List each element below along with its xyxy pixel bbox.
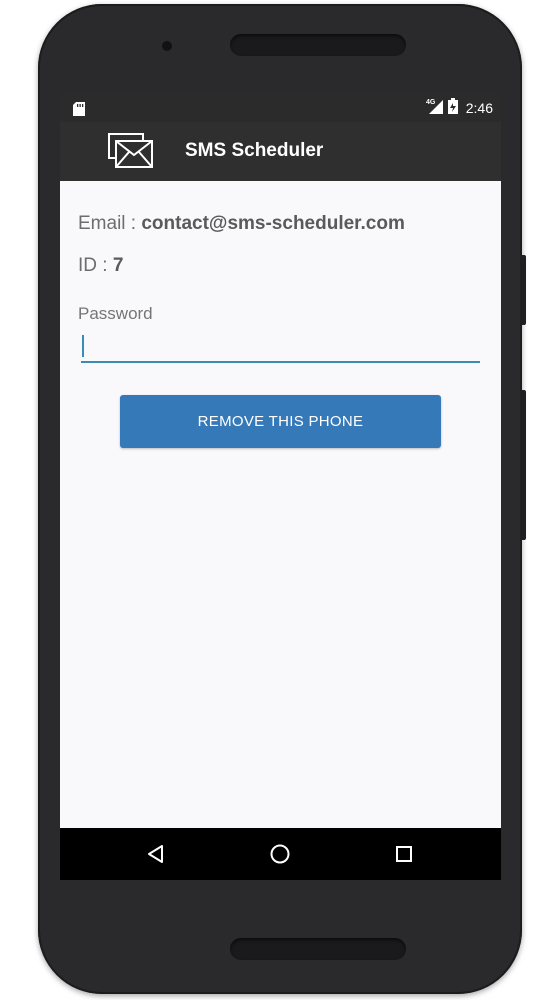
- app-title: SMS Scheduler: [185, 140, 324, 161]
- email-value: contact@sms-scheduler.com: [141, 213, 405, 234]
- email-row: Email : contact@sms-scheduler.com: [78, 213, 405, 235]
- remove-phone-button[interactable]: REMOVE THIS PHONE: [120, 395, 441, 448]
- signal-icon: 4G: [426, 98, 444, 119]
- power-button[interactable]: [520, 255, 526, 325]
- id-value: 7: [112, 255, 124, 276]
- recents-icon[interactable]: [392, 842, 416, 866]
- volume-button[interactable]: [520, 390, 526, 540]
- network-type: 4G: [426, 99, 436, 106]
- bottom-speaker: [230, 938, 406, 960]
- front-camera: [162, 41, 172, 51]
- text-cursor: [82, 335, 84, 357]
- email-label: Email :: [78, 213, 142, 234]
- app-toolbar: SMS Scheduler: [60, 122, 501, 181]
- password-input[interactable]: [81, 329, 480, 363]
- status-bar: 4G 2:46: [60, 94, 501, 122]
- top-speaker: [230, 34, 406, 56]
- id-row: ID : 7: [78, 255, 123, 277]
- clock: 2:46: [465, 100, 493, 116]
- battery-icon: [447, 97, 458, 119]
- id-label: ID :: [78, 255, 113, 276]
- navigation-bar: [60, 828, 501, 880]
- main-content: Email : contact@sms-scheduler.com ID : 7…: [60, 181, 501, 828]
- back-icon[interactable]: [144, 842, 168, 866]
- home-icon[interactable]: [268, 842, 292, 866]
- status-icons: 4G 2:46: [426, 97, 493, 119]
- password-label: Password: [78, 304, 153, 323]
- sd-card-icon: [73, 102, 85, 121]
- envelope-icon: [108, 133, 154, 174]
- screen: 4G 2:46 SMS Scheduler Email: contact@sm…: [60, 94, 501, 880]
